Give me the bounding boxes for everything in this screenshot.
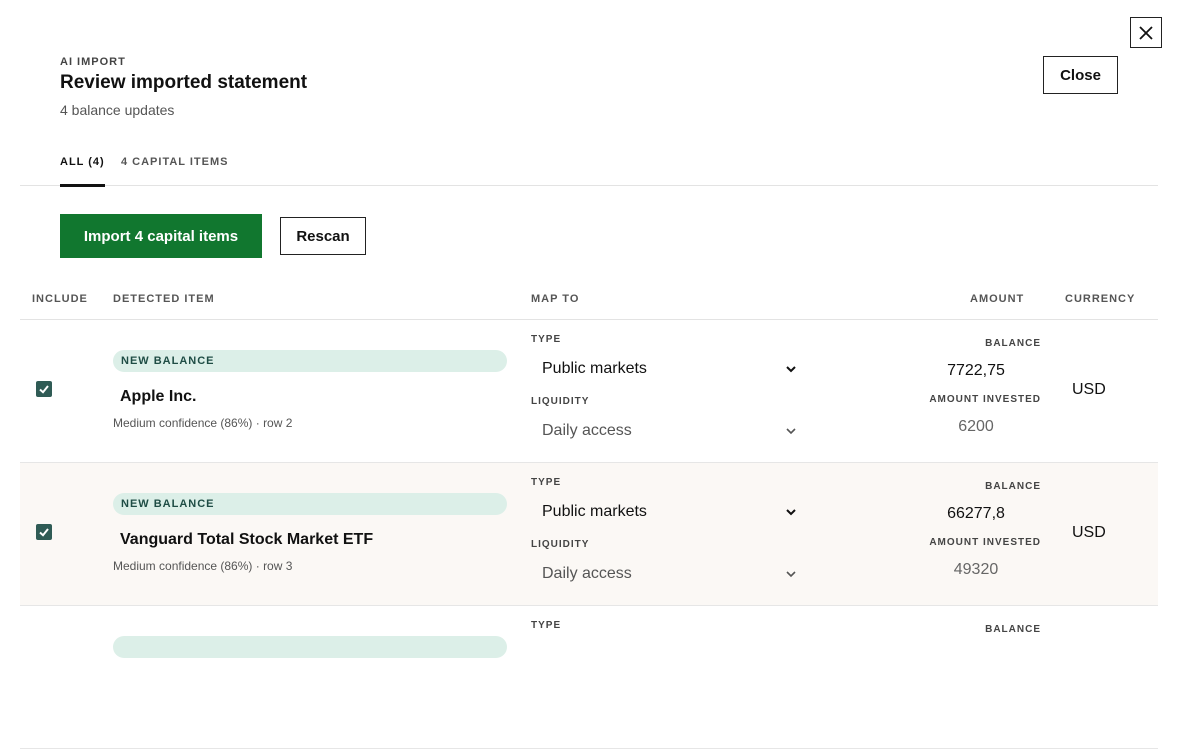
type-label: TYPE	[531, 620, 562, 631]
table-row: NEW BALANCE Vanguard Total Stock Market …	[20, 463, 1158, 606]
balance-input[interactable]: 7722,75	[932, 362, 1020, 380]
column-detected-item: DETECTED ITEM	[113, 293, 215, 305]
include-checkbox[interactable]	[36, 381, 52, 397]
check-icon	[39, 385, 49, 394]
tab-bar: ALL (4) 4 CAPITAL ITEMS	[20, 140, 1158, 187]
check-icon	[39, 528, 49, 537]
type-select-value: Public markets	[542, 360, 647, 377]
new-balance-badge: NEW BALANCE	[113, 350, 507, 372]
chevron-down-icon	[786, 366, 796, 373]
balance-label: BALANCE	[985, 624, 1041, 635]
close-dialog-button[interactable]	[1130, 17, 1162, 48]
balance-label: BALANCE	[985, 481, 1041, 492]
chevron-down-icon	[786, 571, 796, 578]
type-select[interactable]: Public markets	[531, 357, 799, 381]
tab-capital-items[interactable]: 4 CAPITAL ITEMS	[121, 156, 229, 168]
dialog-title: Review imported statement	[60, 72, 308, 93]
detected-item-name: Apple Inc.	[120, 388, 197, 405]
detected-item-meta: Medium confidence (86%) · row 3	[113, 559, 293, 573]
amount-invested-input[interactable]: 49320	[932, 561, 1020, 579]
liquidity-select[interactable]: Daily access	[531, 562, 799, 586]
chevron-down-icon	[786, 428, 796, 435]
table-row: NEW BALANCE Apple Inc. Medium confidence…	[20, 320, 1158, 463]
amount-invested-input[interactable]: 6200	[932, 418, 1020, 436]
liquidity-select-value: Daily access	[542, 422, 632, 439]
table-header: INCLUDE DETECTED ITEM MAP TO AMOUNT CURR…	[20, 280, 1158, 320]
column-amount: AMOUNT	[970, 293, 1025, 305]
type-label: TYPE	[531, 477, 562, 488]
new-balance-badge	[113, 636, 507, 658]
close-button[interactable]: Close	[1043, 56, 1118, 94]
type-label: TYPE	[531, 334, 562, 345]
column-currency: CURRENCY	[1065, 293, 1136, 305]
table-row: TYPE BALANCE	[20, 606, 1158, 749]
type-select[interactable]: Public markets	[531, 500, 799, 524]
rescan-button[interactable]: Rescan	[280, 217, 366, 255]
close-icon	[1139, 25, 1153, 40]
dialog-eyebrow: AI IMPORT	[60, 56, 126, 68]
amount-invested-label: AMOUNT INVESTED	[929, 394, 1041, 405]
tab-all[interactable]: ALL (4)	[60, 156, 105, 187]
balance-input[interactable]: 66277,8	[932, 505, 1020, 523]
liquidity-label: LIQUIDITY	[531, 539, 590, 550]
detected-item-name: Vanguard Total Stock Market ETF	[120, 531, 374, 548]
column-include: INCLUDE	[32, 293, 88, 305]
balance-label: BALANCE	[985, 338, 1041, 349]
type-select-value: Public markets	[542, 503, 647, 520]
chevron-down-icon	[786, 509, 796, 516]
liquidity-select[interactable]: Daily access	[531, 419, 799, 443]
detected-item-meta: Medium confidence (86%) · row 2	[113, 416, 293, 430]
column-map-to: MAP TO	[531, 293, 580, 305]
liquidity-label: LIQUIDITY	[531, 396, 590, 407]
currency-value: USD	[1072, 524, 1106, 541]
new-balance-badge: NEW BALANCE	[113, 493, 507, 515]
currency-value: USD	[1072, 381, 1106, 398]
amount-invested-label: AMOUNT INVESTED	[929, 537, 1041, 548]
dialog-subtitle: 4 balance updates	[60, 102, 175, 118]
import-capital-items-button[interactable]: Import 4 capital items	[60, 214, 262, 258]
include-checkbox[interactable]	[36, 524, 52, 540]
liquidity-select-value: Daily access	[542, 565, 632, 582]
